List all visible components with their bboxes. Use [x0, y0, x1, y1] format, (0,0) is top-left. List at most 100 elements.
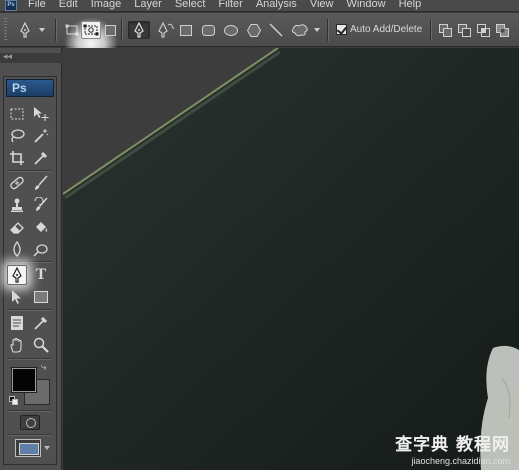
menu-bar: Ps File Edit Image Layer Select Filter A…: [0, 0, 519, 12]
document-canvas[interactable]: 查字典 教程网 jiaocheng.chazidian.com: [63, 48, 519, 470]
crop-tool[interactable]: [7, 148, 27, 168]
separator: [327, 19, 328, 41]
tool-preset-dropdown[interactable]: [38, 21, 46, 39]
shape-tool[interactable]: [31, 287, 51, 307]
swap-colors-icon[interactable]: ⤷: [41, 362, 47, 373]
history-brush-tool[interactable]: [31, 195, 51, 215]
line-button[interactable]: [268, 21, 284, 39]
watermark: 查字典 教程网 jiaocheng.chazidian.com: [395, 430, 510, 466]
freeform-pen-icon: [157, 22, 175, 38]
menu-analysis[interactable]: Analysis: [256, 0, 297, 10]
paths-button[interactable]: [81, 21, 101, 39]
tool-preset-picker[interactable]: [14, 21, 36, 39]
healing-brush-icon: [9, 175, 25, 191]
custom-shape-button[interactable]: [290, 21, 310, 39]
eraser-icon: [9, 219, 25, 235]
options-bar-grip[interactable]: [4, 18, 7, 42]
paint-bucket-icon: [33, 219, 49, 235]
blur-tool[interactable]: [7, 239, 27, 259]
healing-brush-tool[interactable]: [7, 173, 27, 193]
path-selection-tool[interactable]: [7, 287, 27, 307]
menu-image[interactable]: Image: [91, 0, 122, 10]
lasso-tool[interactable]: [7, 126, 27, 146]
shape-icon: [34, 291, 48, 303]
separator: [8, 309, 52, 310]
brush-icon: [33, 175, 49, 191]
menu-layer[interactable]: Layer: [134, 0, 162, 10]
rectangular-marquee-tool[interactable]: [7, 104, 27, 124]
default-colors-icon[interactable]: [9, 396, 18, 405]
clone-stamp-tool[interactable]: [7, 195, 27, 215]
intersect-path-icon: [476, 23, 490, 37]
separator: [430, 19, 431, 41]
eyedropper-icon: [33, 150, 49, 166]
separator: [8, 434, 52, 435]
add-to-path-button[interactable]: [437, 21, 453, 39]
separator: [8, 410, 52, 411]
menu-select[interactable]: Select: [175, 0, 206, 10]
menu-view[interactable]: View: [310, 0, 334, 10]
eraser-tool[interactable]: [7, 217, 27, 237]
subtract-from-path-button[interactable]: [456, 21, 472, 39]
rectangular-marquee-icon: [10, 108, 24, 120]
zoom-tool[interactable]: [31, 335, 51, 355]
rounded-rectangle-button[interactable]: [200, 21, 216, 39]
pen-tool[interactable]: [7, 265, 27, 285]
crop-icon: [9, 150, 25, 166]
blur-icon: [9, 241, 25, 257]
type-tool[interactable]: T: [31, 265, 51, 285]
chevron-down-icon[interactable]: [44, 446, 50, 450]
magic-wand-tool[interactable]: [31, 126, 51, 146]
eyedropper-alt-icon: [33, 315, 49, 331]
subtract-from-path-icon: [457, 23, 471, 37]
collapse-panel-icon[interactable]: ◂◂: [3, 52, 12, 62]
app-icon: Ps: [5, 0, 17, 11]
custom-shape-dropdown[interactable]: [313, 21, 321, 39]
rectangle-icon: [180, 24, 192, 36]
chevron-down-icon: [314, 28, 320, 32]
fill-pixels-button[interactable]: [103, 21, 117, 39]
paint-bucket-tool[interactable]: [31, 217, 51, 237]
dodge-tool[interactable]: [31, 239, 51, 259]
separator: [8, 170, 52, 171]
rectangle-button[interactable]: [178, 21, 194, 39]
watermark-url: jiaocheng.chazidian.com: [411, 456, 510, 466]
exclude-path-button[interactable]: [494, 21, 510, 39]
menu-edit[interactable]: Edit: [59, 0, 78, 10]
auto-add-delete-label: Auto Add/Delete: [350, 24, 423, 35]
menu-filter[interactable]: Filter: [218, 0, 242, 10]
move-tool[interactable]: [31, 104, 51, 124]
pen-tool-icon: [18, 22, 32, 38]
hand-tool[interactable]: [7, 335, 27, 355]
zoom-icon: [33, 337, 49, 353]
path-selection-icon: [10, 289, 24, 305]
photoshop-logo[interactable]: Ps: [6, 79, 54, 97]
screen-mode-button[interactable]: [15, 439, 41, 457]
ellipse-button[interactable]: [223, 21, 239, 39]
eyedropper-tool[interactable]: [31, 148, 51, 168]
add-to-path-icon: [438, 23, 452, 37]
hand-icon: [9, 337, 25, 353]
chevron-down-icon: [39, 28, 45, 32]
menu-help[interactable]: Help: [399, 0, 422, 10]
pen-button[interactable]: [128, 21, 150, 39]
freeform-pen-button[interactable]: [155, 21, 177, 39]
eyedropper-alt-tool[interactable]: [31, 313, 51, 333]
history-brush-icon: [33, 197, 49, 213]
notes-tool[interactable]: [7, 313, 27, 333]
polygon-icon: [247, 23, 261, 37]
auto-add-delete-checkbox[interactable]: [336, 24, 347, 35]
menu-window[interactable]: Window: [346, 0, 385, 10]
custom-shape-icon: [291, 23, 309, 37]
tools-panel: Ps T ⤷: [3, 76, 57, 465]
line-icon: [269, 23, 283, 37]
menu-file[interactable]: File: [28, 0, 46, 10]
intersect-path-button[interactable]: [475, 21, 491, 39]
quick-mask-button[interactable]: [20, 415, 40, 430]
rounded-rectangle-icon: [201, 24, 215, 36]
brush-tool[interactable]: [31, 173, 51, 193]
notes-icon: [10, 315, 24, 331]
polygon-button[interactable]: [246, 21, 262, 39]
separator: [55, 19, 56, 41]
foreground-color-swatch[interactable]: [12, 368, 36, 392]
